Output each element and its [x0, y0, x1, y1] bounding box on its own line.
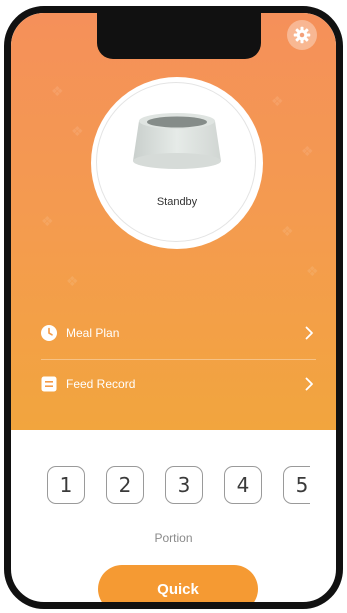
paw-pattern-icon: ❖ — [271, 93, 284, 109]
gear-icon — [293, 26, 311, 44]
paw-pattern-icon: ❖ — [66, 273, 79, 289]
device-status-circle: Standby — [91, 77, 263, 249]
portion-button-5[interactable]: 5 — [283, 466, 310, 504]
feed-record-label: Feed Record — [66, 377, 136, 391]
meal-plan-label: Meal Plan — [66, 326, 120, 340]
paw-pattern-icon: ❖ — [51, 83, 64, 99]
feed-record-row[interactable]: Feed Record — [41, 365, 316, 403]
chevron-right-icon — [302, 326, 316, 340]
hero-panel: ❖ ❖ ❖ ❖ ❖ ❖ ❖ ❖ Standby Meal Plan Feed R… — [11, 13, 336, 430]
chevron-right-icon — [302, 377, 316, 391]
paw-pattern-icon: ❖ — [41, 213, 54, 229]
quick-feed-button[interactable]: Quick — [98, 565, 258, 602]
paw-pattern-icon: ❖ — [281, 223, 294, 239]
menu-divider — [41, 359, 316, 360]
portion-button-4[interactable]: 4 — [224, 466, 262, 504]
paw-pattern-icon: ❖ — [301, 143, 314, 159]
portion-button-3[interactable]: 3 — [165, 466, 203, 504]
bowl-image — [133, 113, 221, 169]
paw-pattern-icon: ❖ — [306, 263, 319, 279]
paw-pattern-icon: ❖ — [71, 123, 84, 139]
camera-notch — [97, 13, 261, 59]
device-status-text: Standby — [156, 196, 198, 208]
settings-button[interactable] — [287, 20, 317, 50]
meal-plan-row[interactable]: Meal Plan — [41, 314, 316, 352]
portion-selector: 1 2 3 4 5 — [47, 466, 310, 508]
portion-button-1[interactable]: 1 — [47, 466, 85, 504]
portion-button-2[interactable]: 2 — [106, 466, 144, 504]
portion-label: Portion — [154, 531, 193, 545]
list-icon — [41, 376, 57, 392]
clock-icon — [41, 325, 57, 341]
phone-frame: ❖ ❖ ❖ ❖ ❖ ❖ ❖ ❖ Standby Meal Plan Feed R… — [4, 6, 343, 609]
